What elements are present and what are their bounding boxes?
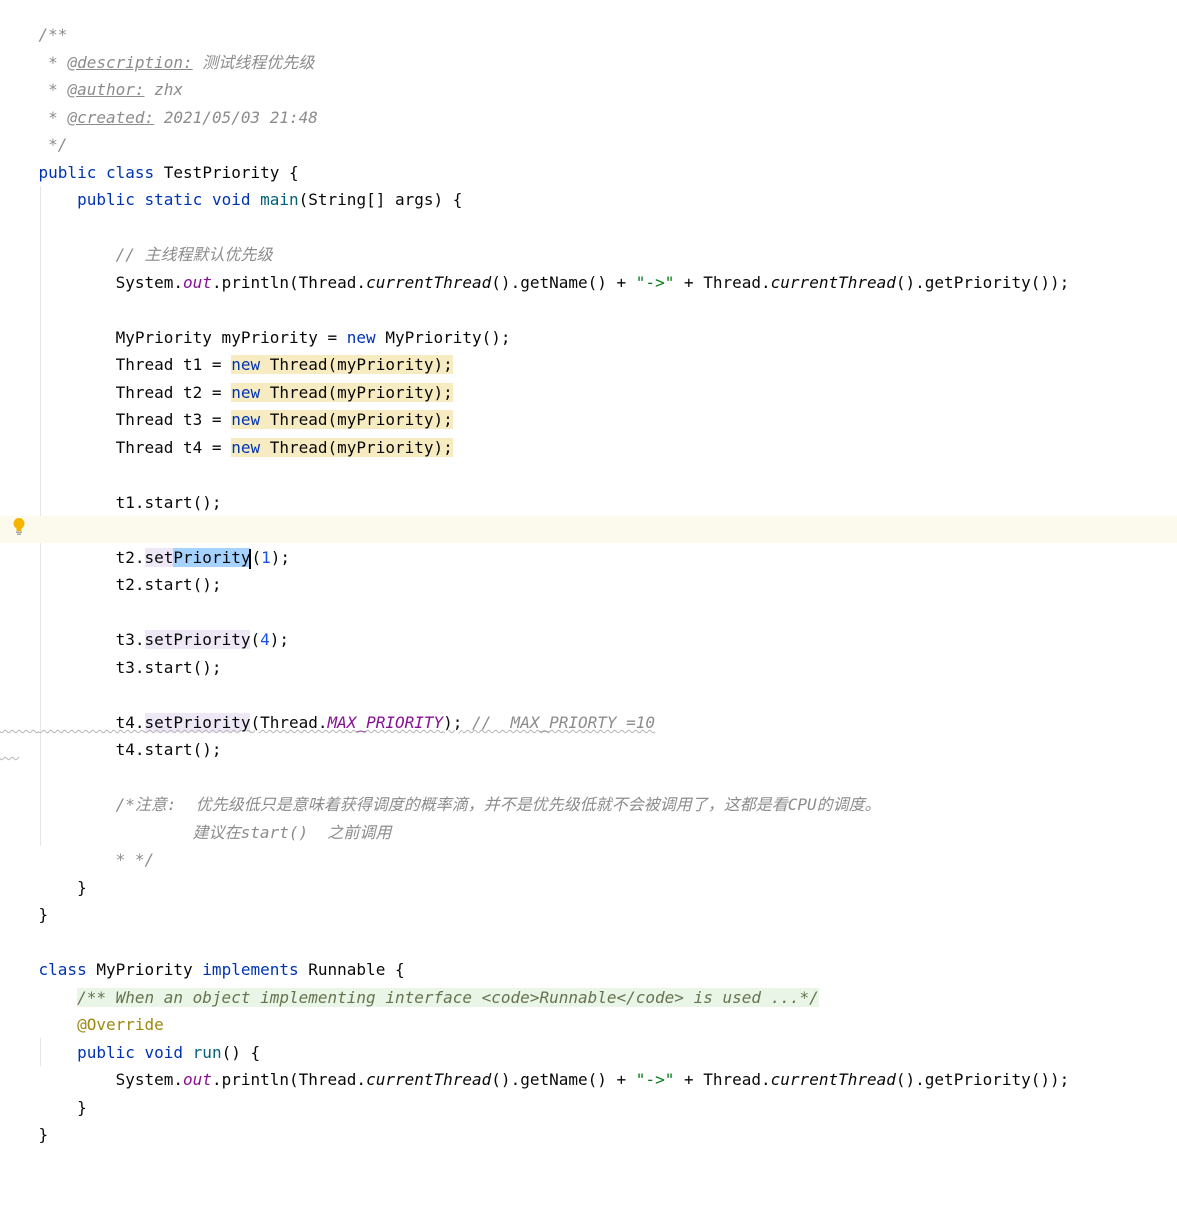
block-comment: /*注意: 优先级低只是意味着获得调度的概率滴，并不是优先级低就不会被调用了，这…	[115, 795, 881, 814]
code-line: }	[38, 1125, 49, 1144]
code-line: Thread t3 = new Thread(myPriority);	[115, 410, 453, 429]
code-line: @Override	[0, 984, 164, 1034]
description-text: 测试线程优先级	[192, 53, 315, 72]
print-statement: System.out.println(Thread.currentThread(…	[115, 1070, 1070, 1089]
code-line: // 主线程默认优先级	[0, 214, 273, 264]
runnable-class-declaration: class MyPriority implements Runnable {	[38, 960, 405, 979]
code-line: Thread t2 = new Thread(myPriority);	[115, 383, 453, 402]
code-line: */	[0, 104, 67, 154]
code-line: }	[38, 905, 49, 924]
main-method-declaration: public static void main(String[] args) {	[77, 190, 463, 209]
print-statement: System.out.println(Thread.currentThread(…	[115, 273, 1070, 292]
class-declaration: public class TestPriority {	[38, 163, 299, 182]
code-line-current: t2.setPriority(1);	[115, 548, 291, 569]
code-line-warning: t4.setPriority(Thread.MAX_PRIORITY); // …	[115, 713, 656, 732]
code-line: /** When an object implementing interfac…	[0, 957, 819, 1007]
code-line: Thread t4 = new Thread(myPriority);	[115, 438, 453, 457]
code-line: t3.setPriority(4);	[115, 630, 290, 649]
block-comment: * */	[115, 850, 155, 869]
code-line: * @description: 测试线程优先级	[38, 53, 315, 72]
main-method-name[interactable]: main	[260, 190, 299, 209]
code-line: MyPriority myPriority = new MyPriority()…	[115, 328, 511, 347]
code-line: }	[77, 878, 87, 897]
created-tag: @created:	[67, 108, 155, 127]
code-line: * @created: 2021/05/03 21:48	[38, 108, 318, 127]
code-editor[interactable]: /** * @description: 测试线程优先级 * @author: z…	[0, 0, 1177, 1219]
code-line: /**	[0, 0, 68, 44]
block-comment: 建议在start() 之前调用	[115, 823, 392, 842]
code-line: * @author: zhx	[38, 80, 184, 99]
collapsed-doc-comment[interactable]: /** When an object implementing interfac…	[77, 988, 819, 1007]
created-text: 2021/05/03 21:48	[154, 108, 318, 127]
run-method-declaration: public void run() {	[77, 1043, 261, 1062]
code-line: t2.start();	[115, 575, 222, 594]
code-line: t4.start();	[115, 740, 222, 759]
code-line: Thread t1 = new Thread(myPriority);	[115, 355, 453, 374]
code-line: }	[77, 1098, 87, 1117]
code-line: t3.start();	[115, 658, 222, 677]
code-line: t1.start();	[115, 493, 222, 512]
